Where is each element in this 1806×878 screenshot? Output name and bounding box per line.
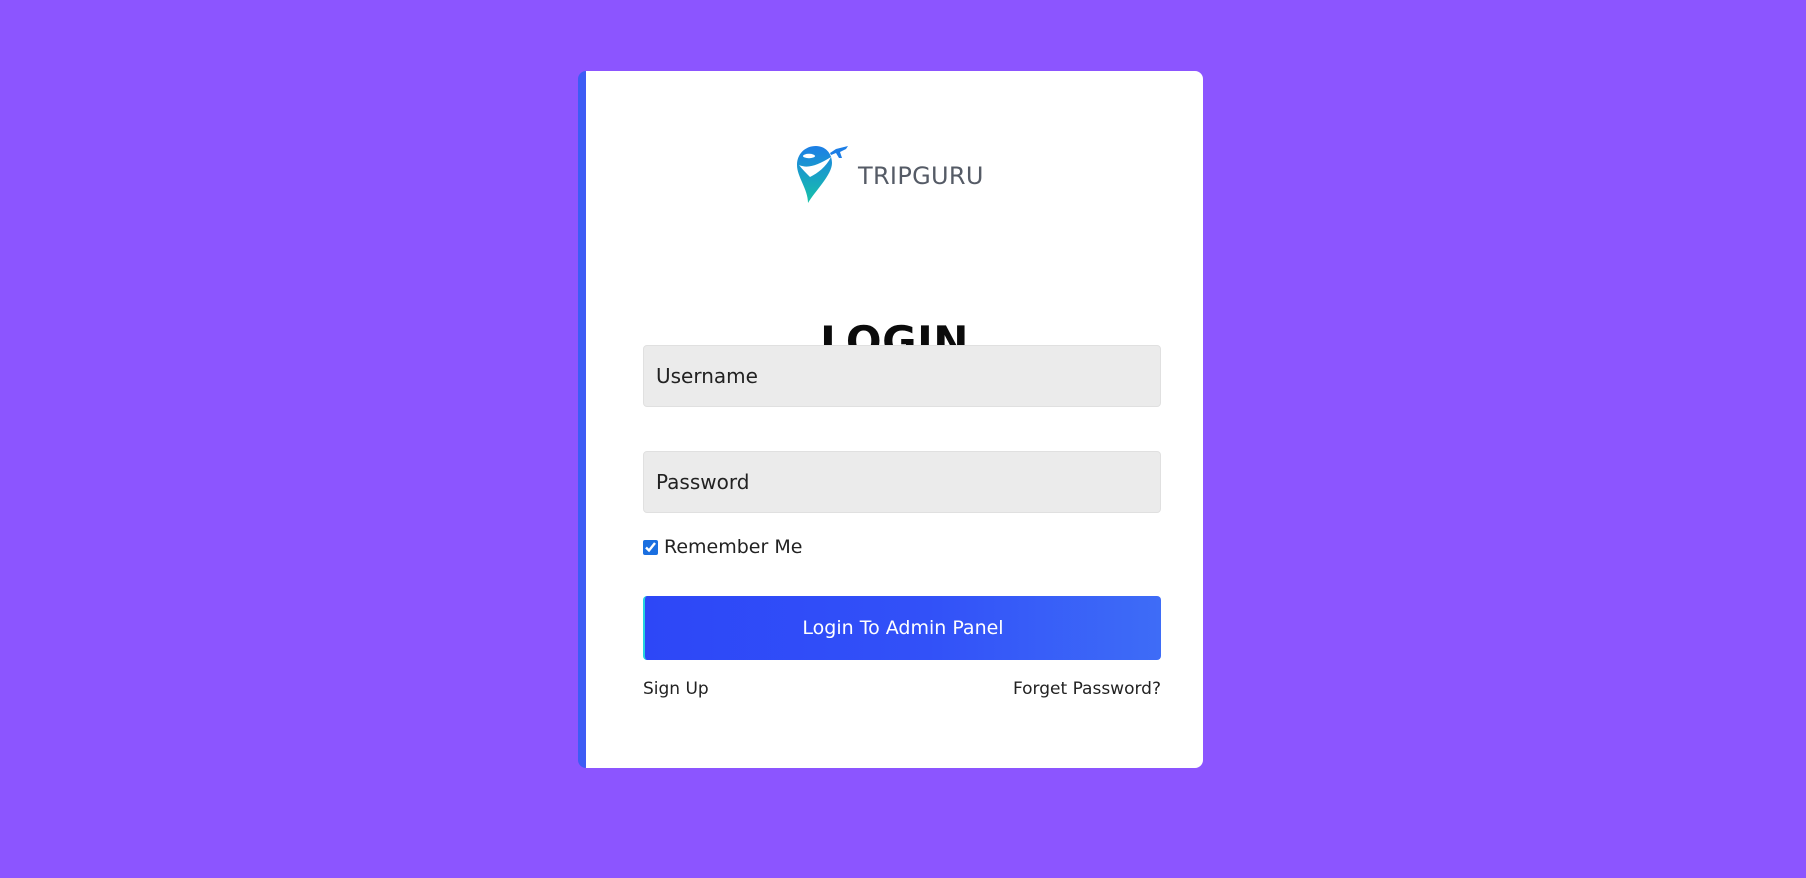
brand-logo: TRIPGURU	[796, 143, 984, 205]
remember-me-label[interactable]: Remember Me	[664, 536, 802, 558]
brand-name: TRIPGURU	[858, 162, 984, 190]
forget-password-link[interactable]: Forget Password?	[1013, 679, 1161, 699]
password-input[interactable]	[643, 451, 1161, 513]
login-button[interactable]: Login To Admin Panel	[643, 596, 1161, 660]
login-card: TRIPGURU LOGIN Remember Me Login To Admi…	[578, 71, 1203, 768]
map-pin-airplane-icon	[796, 143, 850, 205]
remember-me-row[interactable]: Remember Me	[643, 533, 802, 561]
sign-up-link[interactable]: Sign Up	[643, 679, 709, 699]
username-input[interactable]	[643, 345, 1161, 407]
remember-me-checkbox[interactable]	[643, 539, 658, 555]
